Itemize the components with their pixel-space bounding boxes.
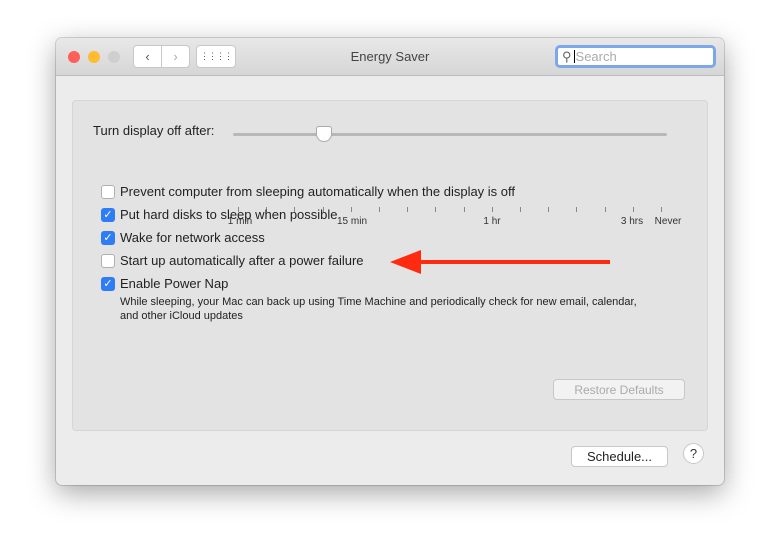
slider-tick (576, 207, 578, 212)
display-sleep-slider[interactable] (233, 133, 667, 136)
slider-thumb[interactable] (316, 126, 332, 142)
tick-label: 3 hrs (620, 216, 644, 227)
slider-tick (463, 207, 465, 212)
help-button[interactable]: ? (683, 443, 704, 464)
startup-after-power-failure-label: Start up automatically after a power fai… (120, 253, 364, 268)
power-nap-checkbox[interactable]: ✓ (101, 277, 115, 291)
wake-network-checkbox[interactable]: ✓ (101, 231, 115, 245)
search-icon: ⚲ (562, 48, 572, 64)
red-arrow-annotation (390, 250, 610, 274)
slider-tick (350, 207, 352, 212)
prevent-sleep-checkbox[interactable] (101, 185, 115, 199)
power-nap-description: While sleeping, your Mac can back up usi… (120, 296, 637, 322)
slider-tick (435, 207, 437, 212)
tick-label: 15 min (336, 216, 368, 227)
search-placeholder: Search (575, 49, 617, 64)
hard-disk-sleep-label: Put hard disks to sleep when possible (120, 207, 338, 222)
tick-label: 1 hr (483, 216, 501, 227)
slider-tick (661, 207, 662, 212)
power-nap-label: Enable Power Nap (120, 276, 229, 291)
search-field[interactable]: ⚲ Search (555, 45, 716, 68)
slider-tick (632, 207, 634, 212)
display-sleep-label: Turn display off after: (93, 123, 215, 138)
wake-network-label: Wake for network access (120, 230, 265, 245)
slider-tick (604, 207, 606, 212)
title-bar: ‹ › ⋮⋮⋮⋮ Energy Saver ⚲ Search (56, 38, 724, 76)
arrow-head-icon (390, 250, 421, 274)
tick-label: Never (654, 216, 682, 227)
restore-defaults-button[interactable]: Restore Defaults (553, 379, 685, 400)
startup-after-power-failure-checkbox[interactable] (101, 254, 115, 268)
slider-tick (548, 207, 550, 212)
slider-tick (407, 207, 409, 212)
slider-tick (379, 207, 380, 212)
prevent-sleep-label: Prevent computer from sleeping automatic… (120, 184, 516, 199)
schedule-button[interactable]: Schedule... (571, 446, 668, 467)
slider-tick (491, 207, 493, 212)
slider-tick (520, 207, 521, 212)
hard-disk-sleep-checkbox[interactable]: ✓ (101, 208, 115, 222)
